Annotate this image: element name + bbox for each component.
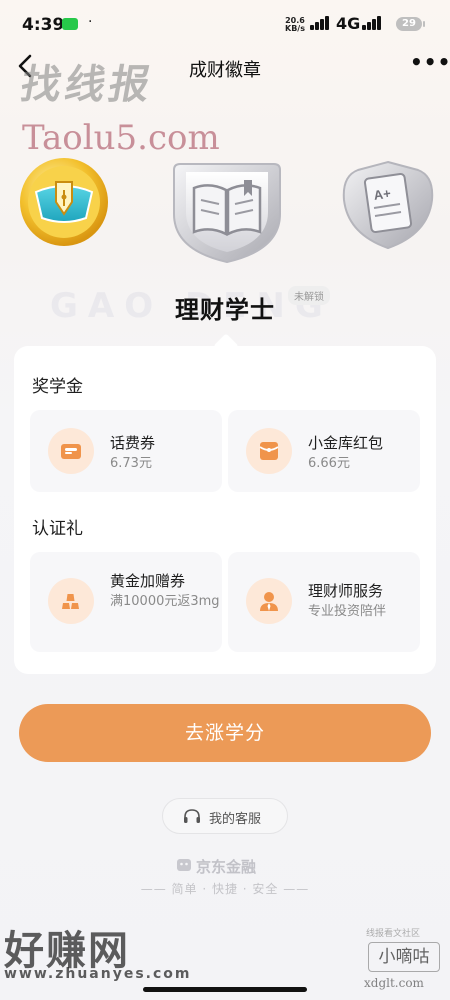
watermark-xd-name: 小嘀咕 bbox=[368, 942, 440, 972]
pen-badge-icon bbox=[20, 158, 108, 246]
badge-pen[interactable] bbox=[16, 152, 112, 248]
grade-a-plus-badge-icon: A+ bbox=[342, 160, 434, 250]
reward-item-red-packet[interactable]: 小金库红包 6.66元 bbox=[228, 410, 420, 492]
reward-title: 小金库红包 bbox=[308, 434, 384, 452]
locked-status-badge: 未解锁 bbox=[288, 286, 330, 305]
reward-item-phone-bill[interactable]: 话费券 6.73元 bbox=[30, 410, 222, 492]
signal-strength-icon bbox=[310, 16, 332, 30]
earn-credits-button[interactable]: 去涨学分 bbox=[19, 704, 431, 762]
book-badge-icon bbox=[173, 163, 281, 264]
customer-service-button[interactable]: 我的客服 bbox=[162, 798, 288, 834]
reward-subtitle: 专业投资陪伴 bbox=[308, 604, 387, 619]
status-dot: · bbox=[88, 14, 93, 30]
reward-title: 理财师服务 bbox=[308, 582, 384, 600]
reward-item-gold-coupon[interactable]: 黄金加赠券 满10000元返3mg bbox=[30, 552, 222, 652]
section-title-certification: 认证礼 bbox=[32, 519, 83, 539]
jd-finance-logo: 京东金融 bbox=[176, 856, 256, 877]
reward-title: 黄金加赠券 bbox=[110, 572, 186, 590]
advisor-icon bbox=[246, 578, 292, 624]
reward-subtitle: 6.66元 bbox=[308, 456, 350, 471]
battery-icon: 29 bbox=[396, 17, 425, 31]
watermark-xd-note: 线报看文社区 bbox=[366, 929, 421, 939]
more-options-button[interactable]: ••• bbox=[410, 52, 450, 74]
network-speed-unit: KB/s bbox=[285, 24, 305, 33]
red-packet-icon bbox=[246, 428, 292, 474]
jd-finance-brand: 京东金融 bbox=[196, 858, 257, 876]
customer-service-label: 我的客服 bbox=[209, 812, 262, 827]
footer-slogan: —— 简单 · 快捷 · 安全 —— bbox=[140, 882, 310, 896]
reward-subtitle: 6.73元 bbox=[110, 456, 152, 471]
headset-icon bbox=[184, 809, 200, 823]
status-time: 4:39 bbox=[22, 15, 65, 35]
badge-grade[interactable]: A+ bbox=[338, 156, 438, 252]
signal-strength-icon-2 bbox=[362, 16, 384, 30]
network-speed: 20.6 KB/s bbox=[285, 17, 305, 33]
watermark-bottom-url: www.zhuanyes.com bbox=[4, 966, 192, 982]
badge-title: 理财学士 bbox=[175, 296, 275, 324]
reward-subtitle: 满10000元返3mg bbox=[110, 594, 220, 609]
reward-title: 话费券 bbox=[110, 434, 156, 452]
message-notification-icon bbox=[62, 18, 78, 30]
jd-finance-icon bbox=[177, 859, 191, 871]
badge-book[interactable] bbox=[168, 150, 286, 268]
wallet-icon bbox=[48, 428, 94, 474]
battery-level: 29 bbox=[402, 18, 416, 29]
section-title-scholarship: 奖学金 bbox=[32, 377, 83, 397]
rewards-card: 奖学金 话费券 6.73元 小金库红包 6.66元 认证礼 黄金加赠券 满100… bbox=[14, 346, 436, 674]
reward-item-advisor[interactable]: 理财师服务 专业投资陪伴 bbox=[228, 552, 420, 652]
home-indicator[interactable] bbox=[143, 987, 307, 992]
network-type: 4G bbox=[336, 14, 361, 33]
gold-bars-icon bbox=[48, 578, 94, 624]
status-bar: 4:39 · 20.6 KB/s 4G 29 bbox=[0, 0, 450, 46]
watermark-xd-url: xdglt.com bbox=[364, 976, 424, 990]
grade-a-plus-text: A+ bbox=[373, 186, 392, 203]
watermark-top-text: 找线报 bbox=[17, 62, 158, 108]
